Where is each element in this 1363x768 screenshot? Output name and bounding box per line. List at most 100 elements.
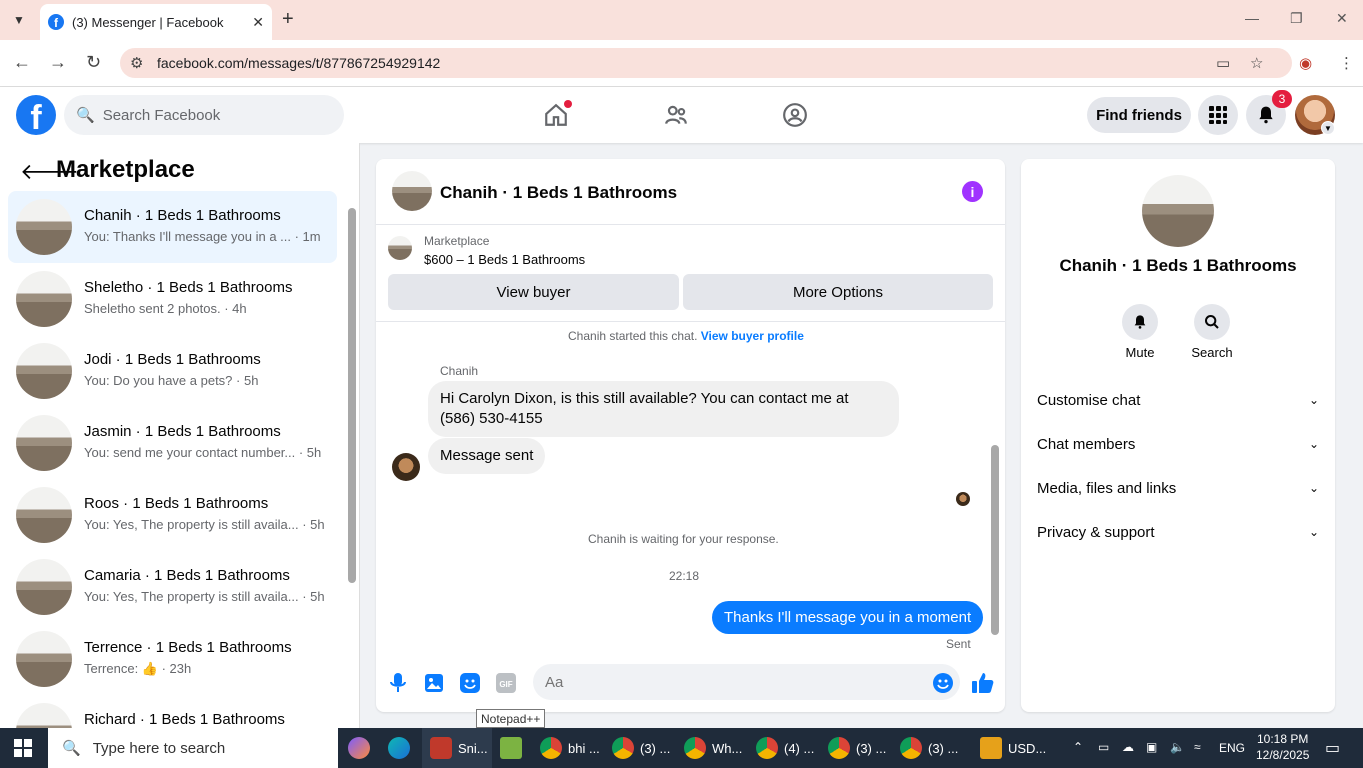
taskbar-search-input[interactable]: 🔍 Type here to search xyxy=(48,728,338,768)
listing-thumbnail xyxy=(16,631,72,687)
mute-bell-icon[interactable] xyxy=(1122,304,1158,340)
chat-started-text: Chanih started this chat. xyxy=(568,329,698,343)
taskbar-app-chrome[interactable]: (3) ... xyxy=(612,728,670,768)
tab-close-icon[interactable]: ✕ xyxy=(252,14,264,31)
tab-search-chevron-icon[interactable]: ▼ xyxy=(6,8,32,32)
more-options-button[interactable]: More Options xyxy=(683,274,993,310)
outgoing-message: Thanks I'll message you in a moment xyxy=(712,601,984,634)
emoji-icon[interactable] xyxy=(932,672,954,694)
conversation-item[interactable]: Richard · 1 Beds 1 Bathrooms xyxy=(8,695,337,728)
conversation-item[interactable]: Chanih · 1 Beds 1 Bathrooms You: Thanks … xyxy=(8,191,337,263)
conversation-snippet: You: Yes, The property is still availa..… xyxy=(84,589,325,604)
taskbar-app-chrome[interactable]: bhi ... xyxy=(540,728,600,768)
reload-icon[interactable]: ↻ xyxy=(86,52,101,73)
view-buyer-button[interactable]: View buyer xyxy=(388,274,679,310)
meet-camera-icon[interactable]: ▣ xyxy=(1146,740,1157,754)
conversation-item[interactable]: Sheletho · 1 Beds 1 Bathrooms Sheletho s… xyxy=(8,263,337,335)
customise-chat-row[interactable]: Customise chat ⌄ xyxy=(1037,385,1319,415)
mute-label[interactable]: Mute xyxy=(1110,345,1170,360)
chat-list-scroll-thumb[interactable] xyxy=(348,208,356,583)
account-chevron-down-icon[interactable]: ▼ xyxy=(1321,121,1335,135)
clock-date: 12/8/2025 xyxy=(1256,748,1310,762)
taskbar-app-chrome[interactable]: (4) ... xyxy=(756,728,814,768)
notification-center-icon[interactable]: ▭ xyxy=(1325,738,1340,758)
chat-title[interactable]: Chanih · 1 Beds 1 Bathrooms xyxy=(440,183,677,203)
groups-icon[interactable] xyxy=(781,101,809,129)
page-scrollbar[interactable] xyxy=(1351,88,1363,728)
site-info-icon[interactable]: ⚙ xyxy=(130,54,143,72)
menu-grid-icon[interactable] xyxy=(1198,95,1238,135)
microphone-icon[interactable] xyxy=(387,672,409,694)
thumbs-up-icon[interactable] xyxy=(972,672,994,694)
forward-arrow-icon[interactable]: → xyxy=(49,52,67,73)
notepad-plus-plus-icon[interactable] xyxy=(500,728,528,768)
taskbar-app-chrome[interactable]: Wh... xyxy=(684,728,742,768)
browser-tab-messenger[interactable]: f (3) Messenger | Facebook ✕ xyxy=(40,4,272,40)
conversation-name: Terrence · 1 Beds 1 Bathrooms xyxy=(84,639,292,656)
media-files-links-row[interactable]: Media, files and links ⌄ xyxy=(1037,473,1319,503)
conversation-name: Richard · 1 Beds 1 Bathrooms xyxy=(84,711,285,728)
taskbar-app-chrome[interactable]: (3) ... xyxy=(900,728,958,768)
taskbar-app-snipping[interactable]: Sni... xyxy=(422,728,492,768)
back-arrow-icon[interactable]: ← xyxy=(13,52,31,73)
privacy-support-row[interactable]: Privacy & support ⌄ xyxy=(1037,517,1319,547)
chat-listing-thumbnail[interactable] xyxy=(392,171,432,211)
view-buyer-profile-link[interactable]: View buyer profile xyxy=(701,329,804,343)
conversation-item[interactable]: Jasmin · 1 Beds 1 Bathrooms You: send me… xyxy=(8,407,337,479)
sent-status: Sent xyxy=(946,637,971,651)
sender-name: Chanih xyxy=(440,364,479,378)
window-close-icon[interactable]: ✕ xyxy=(1336,10,1348,27)
address-url[interactable]: facebook.com/messages/t/877867254929142 xyxy=(157,55,440,71)
conversation-item[interactable]: Jodi · 1 Beds 1 Bathrooms You: Do you ha… xyxy=(8,335,337,407)
currency-widget[interactable]: USD... xyxy=(980,728,1046,768)
sticker-icon[interactable] xyxy=(459,672,481,694)
search-icon: 🔍 xyxy=(76,107,95,124)
onedrive-cloud-icon[interactable]: ☁ xyxy=(1122,740,1134,754)
new-tab-plus-icon[interactable]: + xyxy=(282,8,294,31)
gif-icon[interactable]: GIF xyxy=(495,672,517,694)
copilot-icon[interactable] xyxy=(348,728,376,768)
tray-chevron-up-icon[interactable]: ⌃ xyxy=(1073,740,1083,754)
battery-icon[interactable]: ▭ xyxy=(1098,740,1109,754)
listing-small-thumbnail xyxy=(388,236,412,260)
browser-menu-icon[interactable]: ⋮ xyxy=(1339,54,1354,72)
language-indicator[interactable]: ENG xyxy=(1219,741,1245,755)
conversation-item[interactable]: Camaria · 1 Beds 1 Bathrooms You: Yes, T… xyxy=(8,551,337,623)
minimize-icon[interactable]: — xyxy=(1245,10,1259,26)
volume-icon[interactable]: 🔈 xyxy=(1170,740,1185,754)
sender-avatar[interactable] xyxy=(392,453,420,481)
details-title: Chanih · 1 Beds 1 Bathrooms xyxy=(1059,256,1297,275)
row-label: Privacy & support xyxy=(1037,523,1155,541)
photo-icon[interactable] xyxy=(423,672,445,694)
chevron-down-icon: ⌄ xyxy=(1308,525,1319,539)
chat-started-notice: Chanih started this chat. View buyer pro… xyxy=(568,329,804,343)
edge-icon[interactable] xyxy=(388,728,416,768)
search-label[interactable]: Search xyxy=(1182,345,1242,360)
row-label: Chat members xyxy=(1037,435,1136,453)
facebook-logo-icon[interactable]: f xyxy=(16,95,56,135)
find-friends-button[interactable]: Find friends xyxy=(1087,97,1191,133)
facebook-search-input[interactable]: 🔍 Search Facebook xyxy=(64,95,344,135)
message-input[interactable] xyxy=(533,664,960,700)
wifi-icon[interactable]: ≈ xyxy=(1194,740,1201,754)
conversation-snippet: You: Thanks I'll message you in a ... · … xyxy=(84,229,321,244)
taskbar-app-chrome[interactable]: (3) ... xyxy=(828,728,886,768)
row-label: Media, files and links xyxy=(1037,479,1177,497)
details-listing-thumbnail[interactable] xyxy=(1142,175,1214,247)
listing-thumbnail xyxy=(16,487,72,543)
conversation-item[interactable]: Terrence · 1 Beds 1 Bathrooms Terrence: … xyxy=(8,623,337,695)
info-icon[interactable]: i xyxy=(962,181,983,202)
search-in-chat-icon[interactable] xyxy=(1194,304,1230,340)
system-clock[interactable]: 10:18 PM 12/8/2025 xyxy=(1256,731,1309,763)
chat-scroll-thumb[interactable] xyxy=(991,445,999,635)
install-app-icon[interactable]: ▭ xyxy=(1216,54,1230,72)
chevron-down-icon: ⌄ xyxy=(1308,481,1319,495)
windows-start-icon[interactable] xyxy=(14,739,32,757)
bookmark-star-icon[interactable]: ☆ xyxy=(1250,54,1263,72)
friends-icon[interactable] xyxy=(662,101,690,129)
profile-icon[interactable]: ◉ xyxy=(1299,54,1312,72)
conversation-item[interactable]: Roos · 1 Beds 1 Bathrooms You: Yes, The … xyxy=(8,479,337,551)
restore-icon[interactable]: ❐ xyxy=(1290,10,1303,27)
chat-members-row[interactable]: Chat members ⌄ xyxy=(1037,429,1319,459)
conversation-name: Jodi · 1 Beds 1 Bathrooms xyxy=(84,351,261,368)
